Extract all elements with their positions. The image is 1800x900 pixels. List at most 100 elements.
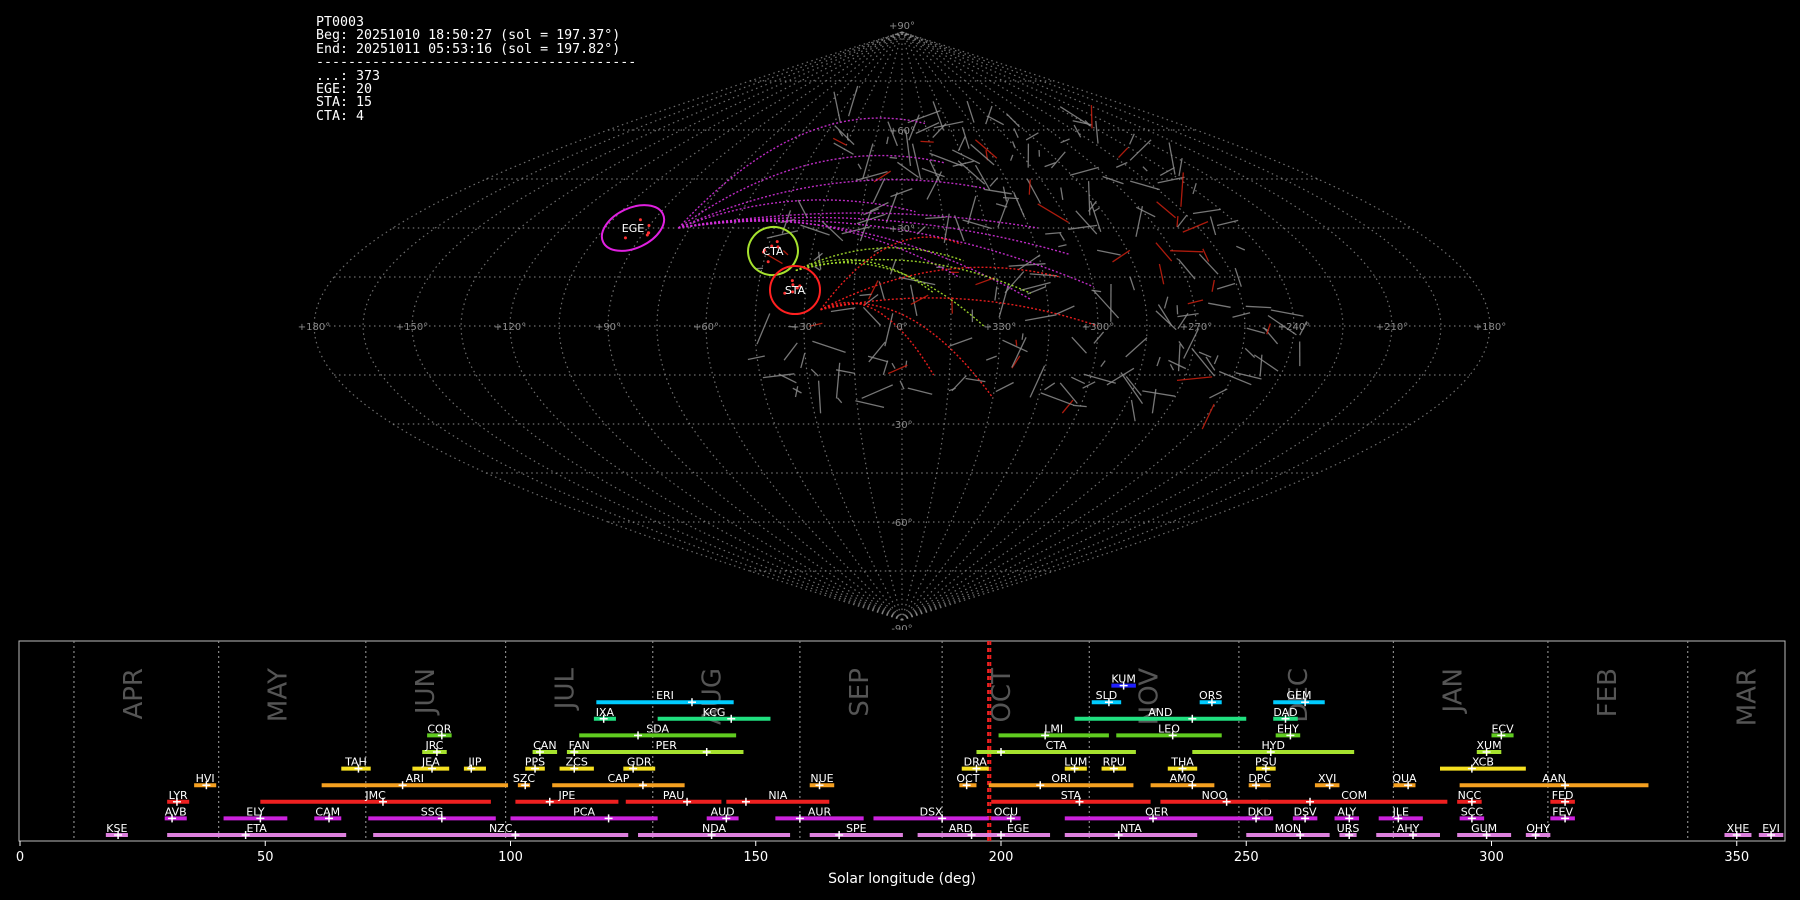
meteor-trail [951,296,953,314]
meteor-trail [1091,289,1102,293]
meteor-trail [929,152,963,167]
meteor-trail [1112,249,1131,263]
shower-label: NOO [1202,789,1228,802]
shower-label: ETA [246,822,267,835]
lat-tick-label: +60° [889,126,915,137]
shower-label: COR [427,722,451,735]
lat-tick-label: -90° [891,624,912,630]
shower-label: JLE [1392,805,1409,818]
meteor-trail [1060,138,1070,144]
meteor-trail [970,143,995,166]
radiant-label: CTA [762,245,784,258]
shower-label: TAH [344,756,367,769]
x-tick-label: 250 [1234,850,1259,865]
meteor-trail [1177,344,1181,372]
meteor-trail [985,105,993,125]
meteor-trail [813,252,823,261]
shower-label: SZC [513,772,536,785]
shower-label: NCC [1458,789,1482,802]
shower-label: SLD [1096,689,1118,702]
shower-label: PSU [1255,756,1277,769]
shower-label: MON [1275,822,1301,835]
x-axis-label: Solar longitude (deg) [828,871,976,887]
shower-label: JPE [557,789,575,802]
shower-label: LEO [1158,722,1180,735]
meteor-trail [1201,403,1215,430]
shower-label: NZC [489,822,513,835]
meteor-trail [1216,219,1239,227]
meteor-trail [1176,214,1188,228]
month-label: MAY [264,668,294,722]
meteor-trail [1013,128,1019,138]
shower-label: HVI [196,772,215,785]
meteor-trail [863,293,879,306]
meteor-trail [1056,305,1075,315]
meteor-trail [998,283,1010,318]
meteor-trail [1095,120,1099,144]
shower-label: IXA [596,706,615,719]
meteor-trail [1073,404,1087,408]
meteor-trail [929,159,941,183]
shower-label: STA [1061,789,1082,802]
shower-label: KSE [106,822,127,835]
meteor-trail [1040,392,1074,406]
x-tick-label: 350 [1724,850,1749,865]
shower-label: PCA [573,805,595,818]
meteor-trail [1170,250,1204,253]
shower-label: AND [1148,706,1172,719]
meteor-trail [994,286,998,301]
shower-label: FAN [569,739,590,752]
meteor-trail [1060,187,1064,201]
shower-label: FED [1552,789,1574,802]
meteor-trail [861,384,893,399]
shower-label: OCT [956,772,979,785]
radiant-markers: EGE CTA STA [600,204,821,315]
meteor-trail [1263,327,1279,345]
lat-tick-label: +30° [889,224,915,235]
shower-label: GUM [1471,822,1497,835]
meteor-trail [957,136,966,152]
meteor-trail [983,188,1012,195]
month-label: JUL [551,667,581,711]
meteor-trail [1002,186,1008,202]
meteor-trail [1198,253,1219,275]
lon-tick-label: +180° [1474,322,1506,333]
meteor-trail [1005,113,1020,128]
meteor-trail [1090,105,1093,129]
meteor-trail [1045,231,1062,235]
meteor-trail [1235,372,1262,380]
meteor-trail [1120,372,1144,404]
meteor-trail [1205,356,1216,371]
meteor-trail [1246,327,1266,334]
meteor-trail [1075,210,1098,235]
shower-label: ARI [406,772,424,785]
shower-label: DSX [920,805,943,818]
shower-label: RPU [1103,756,1125,769]
meteor-trail [1096,249,1121,256]
shower-label: ALY [1337,805,1356,818]
meteor-trail [1011,337,1027,368]
shower-label: QUA [1392,772,1417,785]
lon-tick-label: +30° [791,322,817,333]
meteor-trail [1129,276,1136,291]
lon-tick-label: +240° [1278,322,1310,333]
x-axis: 0 50 100 150 200 250 300 350 [16,841,1749,865]
shower-label: DKD [1248,805,1272,818]
meteor-trail [891,362,896,369]
meteor-trail [833,142,854,155]
shower-label: GDR [627,756,652,769]
meteor-trail [1118,147,1129,159]
meteor-trail [1125,376,1142,396]
meteor-trail [887,364,908,375]
meteor-trail [1106,367,1135,386]
meteor-trail [889,259,897,275]
shower-label: COM [1341,789,1367,802]
meteor-trail [987,115,1005,126]
shower-label: ECV [1491,722,1514,735]
meteor-trail [1232,312,1251,318]
shower-label: LMI [1044,722,1063,735]
shower-label: XHE [1727,822,1750,835]
shower-label: EHY [1277,722,1299,735]
meteor-trail [1176,376,1213,382]
meteor-trail [1073,124,1082,138]
